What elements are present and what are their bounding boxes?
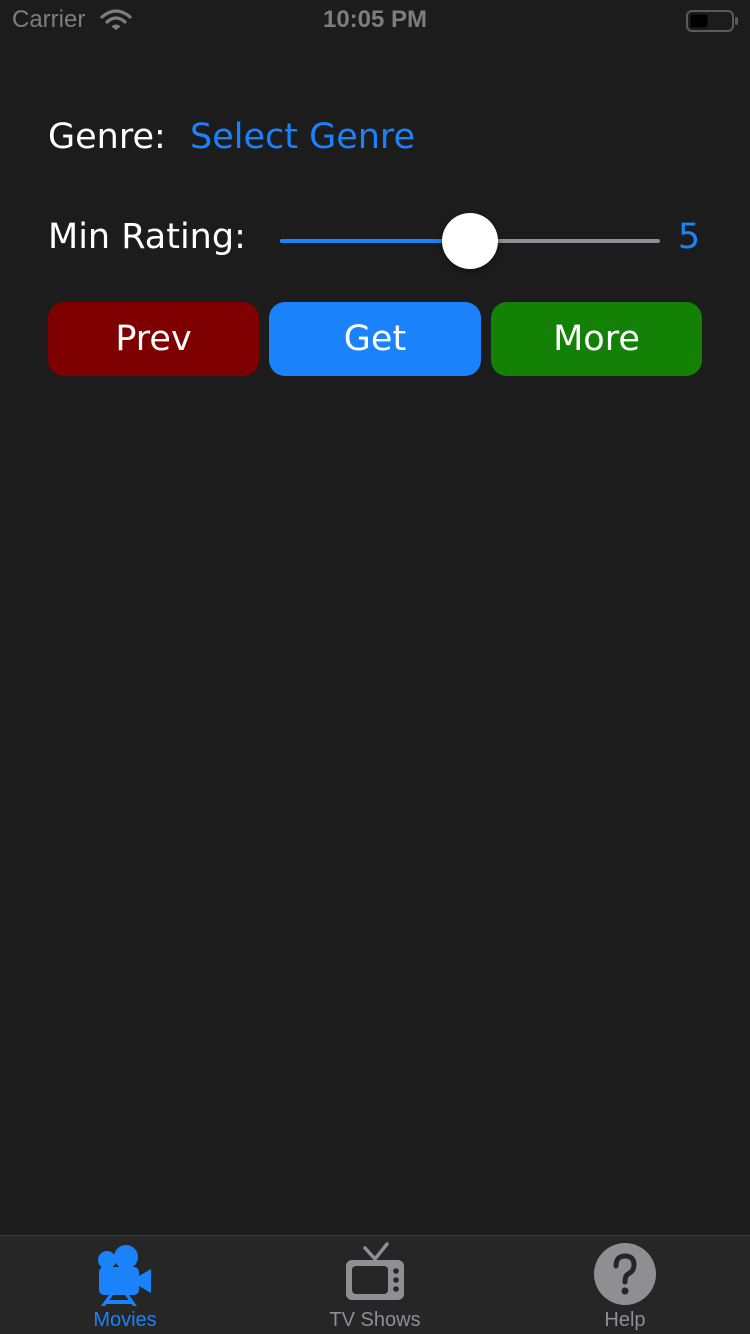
- tab-help[interactable]: Help: [500, 1236, 750, 1334]
- prev-button[interactable]: Prev: [48, 302, 259, 376]
- clock: 10:05 PM: [322, 6, 428, 33]
- more-button[interactable]: More: [491, 302, 702, 376]
- movie-camera-icon: [98, 1245, 151, 1306]
- tv-icon: [346, 1242, 404, 1300]
- tab-tv-shows[interactable]: TV Shows: [250, 1236, 500, 1334]
- get-button[interactable]: Get: [269, 302, 481, 376]
- tab-bar: Movies TV Shows Help: [0, 1235, 750, 1334]
- tab-label-movies: Movies: [93, 1309, 157, 1331]
- min-rating-label: Min Rating:: [48, 217, 246, 257]
- min-rating-value: 5: [677, 217, 701, 257]
- genre-label: Genre:: [48, 117, 166, 157]
- select-genre-button[interactable]: Select Genre: [190, 117, 415, 157]
- question-mark-icon: [594, 1243, 656, 1305]
- slider-thumb[interactable]: [442, 213, 498, 269]
- min-rating-slider[interactable]: [280, 213, 660, 269]
- tab-label-tv-shows: TV Shows: [329, 1309, 421, 1331]
- status-bar: Carrier 10:05 PM: [0, 0, 750, 40]
- battery-icon: [686, 10, 738, 32]
- screen: Carrier 10:05 PM Genre: Select Genre Min…: [0, 0, 750, 1334]
- tab-movies[interactable]: Movies: [0, 1236, 250, 1334]
- tab-label-help: Help: [604, 1309, 646, 1331]
